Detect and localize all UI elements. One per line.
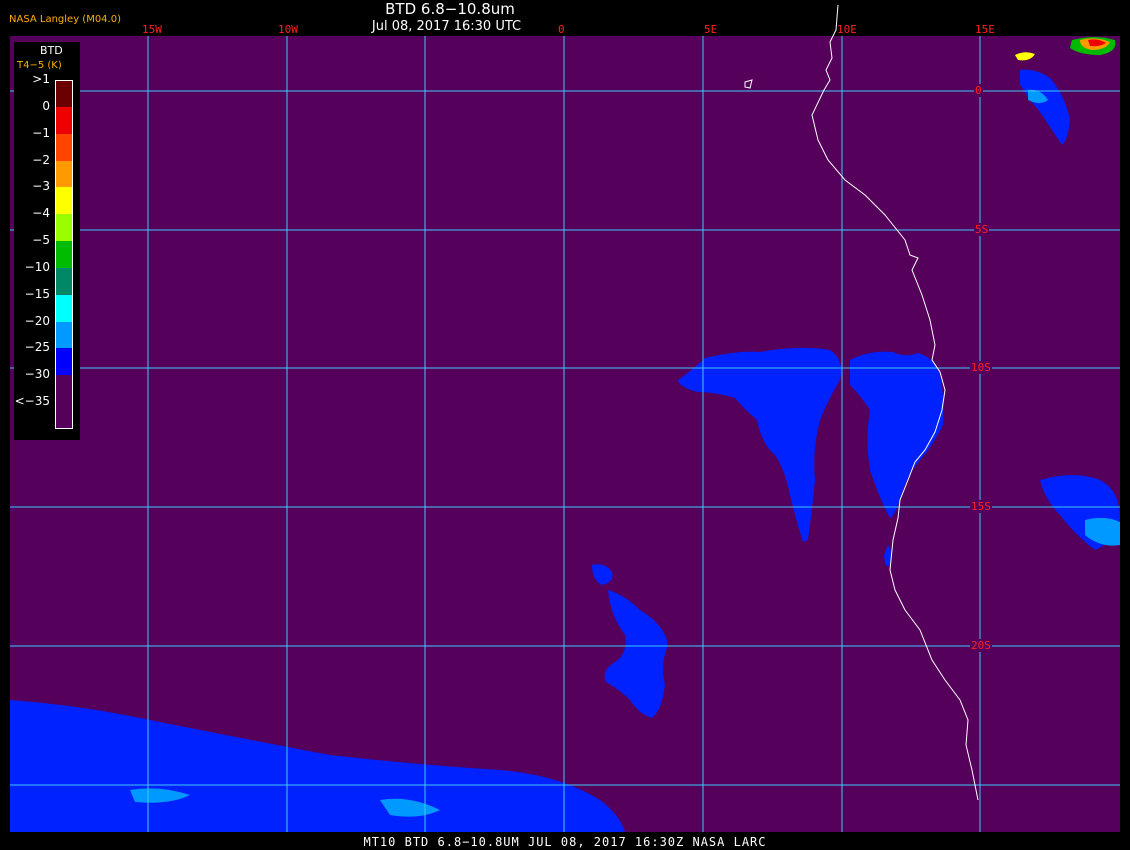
lat-label-20s: 20S — [970, 639, 992, 652]
legend-label: −4 — [32, 206, 50, 221]
footer-caption: MT10 BTD 6.8−10.8UM JUL 08, 2017 16:30Z … — [363, 835, 767, 849]
lon-label-10e: 10E — [837, 23, 857, 36]
lon-label-15e: 15E — [975, 23, 995, 36]
legend-label: −2 — [32, 152, 50, 167]
legend-label: −15 — [24, 286, 50, 301]
lon-label-5e: 5E — [704, 23, 718, 36]
legend-label: >1 — [32, 72, 50, 86]
color-legend: BTD T4−5 (K) >1 0 −1 −2 −3 −4 −5 −10 −15 −20 −25 −3… — [14, 42, 80, 440]
product-datetime: Jul 08, 2017 16:30 UTC — [371, 19, 522, 34]
lon-label-0: 0 — [558, 23, 565, 36]
legend-label: −25 — [24, 340, 50, 355]
lon-label-15w: 15W — [142, 23, 162, 36]
lat-label-15s: 15S — [970, 500, 992, 513]
lat-label-5s: 5S — [974, 223, 990, 236]
lon-label-10w: 10W — [278, 23, 298, 36]
map-background — [10, 36, 1120, 832]
legend-unit: T4−5 (K) — [17, 60, 62, 71]
legend-colorbar-frame — [55, 80, 73, 429]
product-title: BTD 6.8−10.8um — [385, 0, 515, 18]
legend-label: −1 — [32, 125, 50, 140]
legend-label: −30 — [24, 367, 50, 382]
legend-title: BTD — [40, 44, 63, 57]
legend-label: <−35 — [14, 394, 50, 409]
lat-label-10s: 10S — [970, 361, 992, 374]
legend-label: 0 — [42, 98, 50, 113]
legend-label: −10 — [24, 259, 50, 274]
legend-label: −20 — [24, 313, 50, 328]
lat-label-0: 0 — [974, 84, 983, 97]
map-view — [0, 0, 1130, 850]
legend-label: −3 — [32, 179, 50, 194]
legend-label: −5 — [32, 233, 50, 248]
